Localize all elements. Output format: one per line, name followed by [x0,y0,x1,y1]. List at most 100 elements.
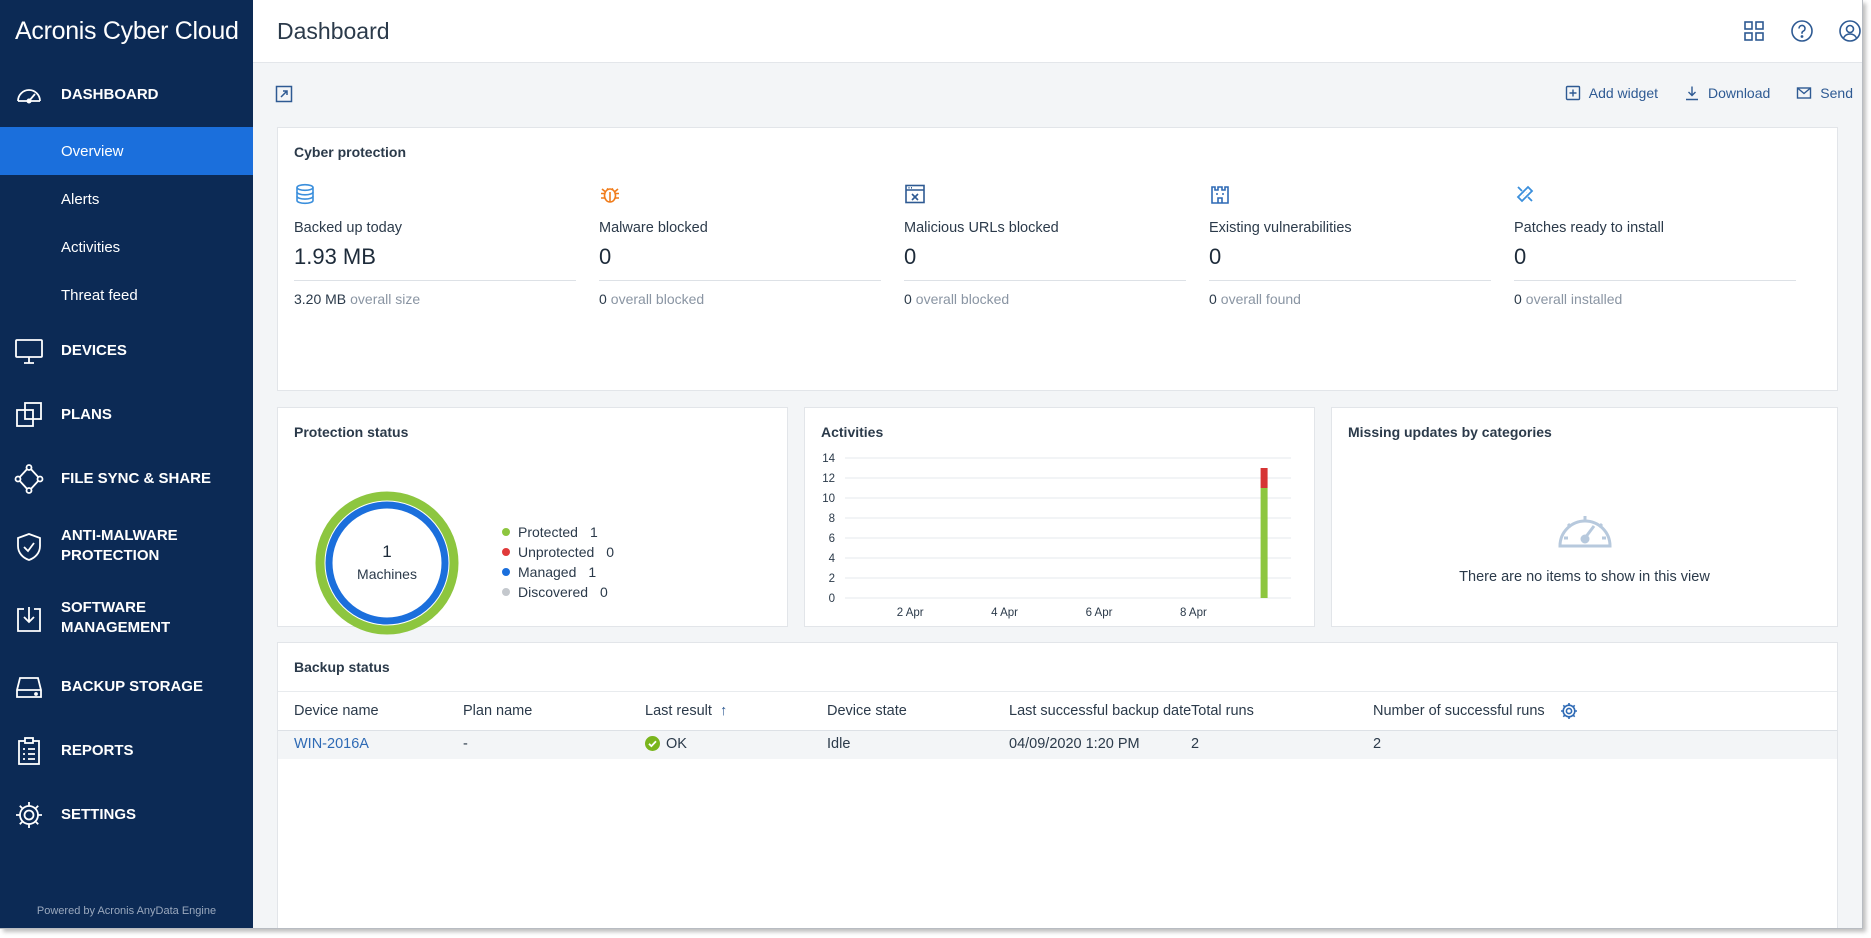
plans-icon [14,400,44,430]
legend-item-protected[interactable]: Protected 1 [502,522,614,542]
metric-label: Patches ready to install [1514,220,1664,236]
empty-state-text: There are no items to show in this view [1459,569,1710,585]
col-device-state[interactable]: Device state [827,703,907,719]
sidebar-item-anti-malware[interactable]: ANTI-MALWARE PROTECTION [0,526,253,568]
add-box-icon [1565,85,1580,101]
shield-icon [14,532,44,562]
apps-grid-icon[interactable] [1741,18,1767,44]
legend-item-discovered[interactable]: Discovered 0 [502,582,614,602]
sidebar-item-software-management[interactable]: SOFTWARE MANAGEMENT [0,598,253,640]
y-tick-label: 4 [829,553,836,565]
cell-device-name[interactable]: WIN-2016A [294,736,369,752]
col-last-result[interactable]: Last result ↑ [645,703,727,719]
sidebar-item-reports[interactable]: REPORTS [0,734,253,768]
legend-label: Discovered [518,584,589,600]
sidebar-subitem-label: Threat feed [61,286,138,304]
table-header: Device name Plan name Last result ↑ Devi… [278,691,1837,731]
window-frame: Acronis Cyber Cloud DASHBOARD Overview A… [0,0,1863,929]
cell-total-runs: 2 [1191,736,1200,752]
sidebar-item-label: PLANS [61,406,112,423]
metric-footer: 0 overall installed [1514,291,1796,307]
gear-icon [14,800,44,830]
sidebar-subitem-activities[interactable]: Activities [0,223,253,271]
metric-value: 0 [1209,244,1222,269]
expand-icon[interactable] [275,85,295,105]
sidebar: Acronis Cyber Cloud DASHBOARD Overview A… [0,0,253,928]
metric-value: 1.93 MB [294,244,376,269]
sidebar-item-devices[interactable]: DEVICES [0,334,253,368]
sidebar-subitem-overview[interactable]: Overview [0,127,253,175]
legend-dot [502,528,510,536]
gear-icon[interactable] [1560,702,1578,724]
table-row[interactable]: WIN-2016A - OK Idle 04/09/2020 1:20 PM 2… [278,731,1837,759]
legend-dot [502,588,510,596]
legend-label: Protected [518,524,578,540]
cell-last-result: OK [645,736,687,752]
legend-item-managed[interactable]: Managed 1 [502,562,614,582]
share-nodes-icon [14,464,44,494]
backup-status-table: Device name Plan name Last result ↑ Devi… [278,691,1837,759]
sidebar-item-file-sync-share[interactable]: FILE SYNC & SHARE [0,462,253,496]
help-icon[interactable] [1789,18,1815,44]
x-tick-label: 8 Apr [1180,607,1207,619]
bar-success[interactable] [1260,488,1268,598]
sidebar-item-dashboard[interactable]: DASHBOARD [0,78,253,112]
sidebar-item-backup-storage[interactable]: BACKUP STORAGE [0,670,253,704]
cell-plan-name: - [463,736,468,752]
label-line-2: MANAGEMENT [61,619,171,636]
footer-value: 3.20 MB [294,291,347,307]
metric-label: Backed up today [294,220,403,236]
sidebar-item-label: DASHBOARD [61,86,159,103]
machines-label: Machines [357,566,417,582]
send-button[interactable]: Send [1796,85,1853,101]
cp-malware-blocked: Malware blocked 0 0 overall blocked [599,183,881,307]
clipboard-icon [14,736,44,766]
footer-label: overall found [1220,291,1301,307]
gauge-icon [14,80,44,110]
legend-label: Managed [518,564,577,580]
sidebar-item-settings[interactable]: SETTINGS [0,798,253,832]
metric-footer: 0 overall blocked [599,291,881,307]
sidebar-item-label: FILE SYNC & SHARE [61,470,212,487]
col-device-name[interactable]: Device name [294,703,379,719]
check-circle-icon [645,736,660,751]
download-button[interactable]: Download [1684,85,1770,101]
footer-label: overall blocked [610,291,705,307]
sidebar-subitem-threat-feed[interactable]: Threat feed [0,271,253,319]
download-label: Download [1708,85,1771,101]
legend-count: 1 [589,524,598,540]
sidebar-item-plans[interactable]: PLANS [0,398,253,432]
col-plan-name[interactable]: Plan name [463,703,532,719]
legend-count: 1 [588,564,597,580]
powered-by-text: Powered by Acronis AnyData Engine [36,905,217,917]
col-successful-runs[interactable]: Number of successful runs [1373,703,1545,719]
footer-value: 0 [904,291,912,307]
app-root: Acronis Cyber Cloud DASHBOARD Overview A… [0,0,1871,938]
patch-icon [1516,185,1534,203]
footer-value: 0 [1514,291,1522,307]
blocked-url-icon [905,184,925,204]
backup-status-widget: Backup status Device name Plan name Last… [277,642,1838,928]
bar-failed[interactable] [1260,468,1268,488]
empty-state: There are no items to show in this view [1332,502,1837,585]
widget-title: Protection status [294,424,409,440]
y-tick-label: 0 [829,593,835,605]
legend-item-unprotected[interactable]: Unprotected 0 [502,542,614,562]
cell-last-backup-date: 04/09/2020 1:20 PM [1009,736,1140,752]
y-tick-label: 12 [822,473,835,485]
col-total-runs[interactable]: Total runs [1191,703,1254,719]
activities-chart: 0 2 4 6 8 10 12 14 2 Apr 4 Apr 6 Apr 8 Apr [822,453,1291,619]
add-widget-button[interactable]: Add widget [1565,85,1658,101]
account-icon[interactable] [1837,18,1862,44]
col-last-successful-backup[interactable]: Last successful backup date [1009,703,1191,719]
divider [599,280,881,281]
software-download-icon [14,604,44,634]
footer-label: overall size [350,291,421,307]
mail-icon [1797,87,1812,99]
y-tick-label: 6 [829,533,835,545]
protection-status-widget: Protection status 1 Machines Protected 1 … [277,407,788,635]
sidebar-subitem-alerts[interactable]: Alerts [0,175,253,223]
divider [904,280,1186,281]
top-header: Dashboard [253,0,1862,63]
sidebar-item-label: ANTI-MALWARE PROTECTION [61,526,178,566]
